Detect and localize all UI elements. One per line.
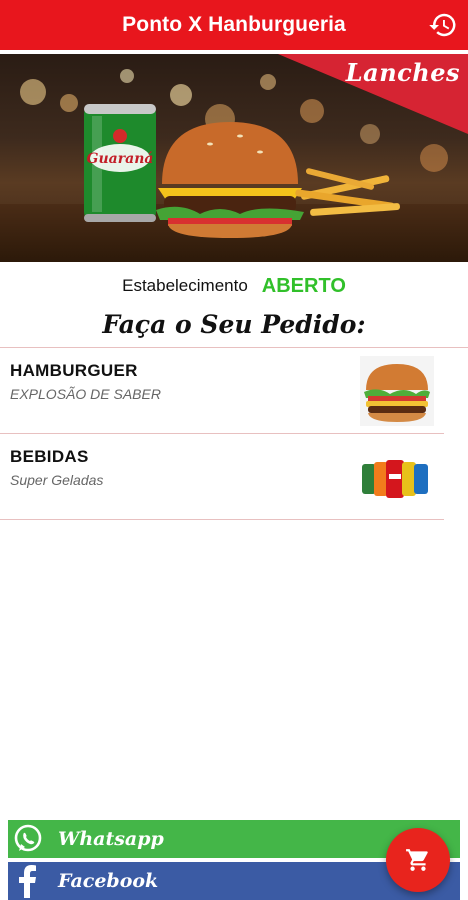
burger-image xyxy=(156,122,304,238)
whatsapp-icon xyxy=(8,820,48,858)
whatsapp-label: Whatsapp xyxy=(58,828,164,850)
burger-icon xyxy=(360,356,434,426)
ribbon-label: Lanches xyxy=(345,58,460,87)
facebook-label: Facebook xyxy=(58,870,159,892)
app-bar: Ponto X Hanburgueria xyxy=(0,0,468,52)
store-status: Estabelecimento ABERTO xyxy=(0,270,468,302)
soda-can-image: Guaraná xyxy=(84,104,156,222)
fries-image xyxy=(295,168,400,216)
category-item-hamburguer[interactable]: HAMBURGUER EXPLOSÃO DE SABER xyxy=(0,348,444,434)
history-button[interactable] xyxy=(426,8,460,42)
status-label: Estabelecimento xyxy=(122,276,248,295)
status-value: ABERTO xyxy=(261,274,346,297)
category-title: BEBIDAS xyxy=(10,447,89,466)
app-title: Ponto X Hanburgueria xyxy=(122,13,346,36)
category-title: HAMBURGUER xyxy=(10,361,138,380)
category-item-bebidas[interactable]: BEBIDAS Super Geladas xyxy=(0,434,444,520)
facebook-icon xyxy=(8,862,48,900)
can-brand-text: Guaraná xyxy=(87,151,154,167)
cart-button[interactable] xyxy=(386,828,450,892)
divider xyxy=(0,519,444,520)
history-icon xyxy=(429,13,456,37)
category-subtitle: EXPLOSÃO DE SABER xyxy=(10,386,161,402)
cart-icon xyxy=(406,849,428,871)
soda-cans-icon xyxy=(362,460,428,498)
category-subtitle: Super Geladas xyxy=(10,472,104,488)
order-heading: Faça o Seu Pedido: xyxy=(102,310,366,339)
promo-banner: Guaraná Lanches xyxy=(0,54,468,262)
